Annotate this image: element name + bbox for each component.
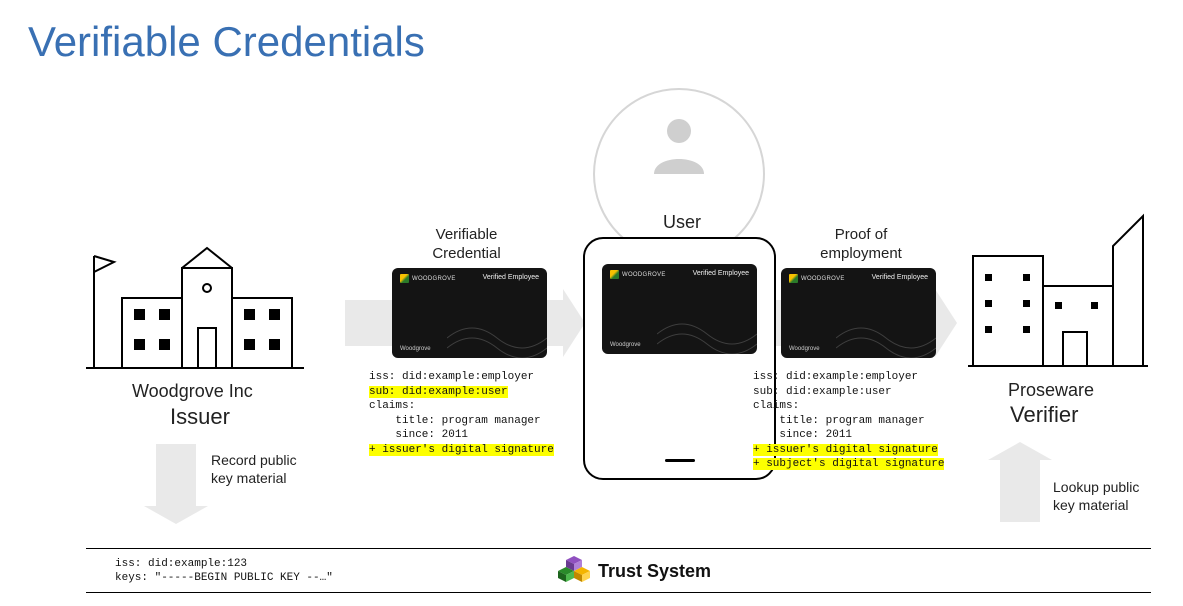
verifier-role: Verifier — [1010, 402, 1078, 428]
vc-card: WOODGROVE Verified Employee Woodgrove — [392, 268, 547, 358]
card-wave-icon — [657, 294, 757, 354]
card-brand: WOODGROVE — [801, 276, 845, 282]
proof-label: Proof of employment — [806, 225, 916, 263]
trust-record: iss: did:example:123 keys: "-----BEGIN P… — [115, 557, 333, 586]
arrow-verifier-up — [1000, 460, 1040, 522]
verifier-name: Proseware — [1008, 380, 1094, 401]
trust-system: Trust System — [558, 556, 711, 586]
verifier-building-icon — [963, 196, 1153, 376]
card-brand: WOODGROVE — [622, 272, 666, 278]
issuer-role: Issuer — [170, 404, 230, 430]
code-line-highlight: + issuer's digital signature — [369, 444, 554, 456]
code-line-highlight: + issuer's digital signature — [753, 444, 938, 456]
card-title: Verified Employee — [872, 274, 928, 281]
issuer-name: Woodgrove Inc — [132, 381, 253, 402]
cubes-icon — [558, 556, 590, 586]
lookup-label: Lookup public key material — [1053, 478, 1139, 514]
code-line: since: 2011 — [753, 429, 852, 441]
card-logo-icon — [400, 274, 409, 283]
card-title: Verified Employee — [693, 270, 749, 277]
code-line: title: program manager — [369, 415, 541, 427]
code-line: since: 2011 — [369, 429, 468, 441]
vc-label: Verifiable Credential — [419, 225, 514, 263]
card-footer: Woodgrove — [400, 346, 431, 352]
card-wave-icon — [836, 298, 936, 358]
issuer-building-icon — [72, 208, 307, 378]
card-title: Verified Employee — [483, 274, 539, 281]
trust-label: Trust System — [598, 561, 711, 582]
phone-card: WOODGROVE Verified Employee Woodgrove — [602, 264, 757, 354]
user-icon — [652, 116, 706, 176]
code-line: claims: — [753, 400, 799, 412]
proof-payload: iss: did:example:employer sub: did:examp… — [753, 370, 944, 472]
proof-card: WOODGROVE Verified Employee Woodgrove — [781, 268, 936, 358]
code-line: iss: did:example:employer — [369, 371, 534, 383]
vc-payload: iss: did:example:employer sub: did:examp… — [369, 370, 554, 457]
phone-home-indicator — [665, 459, 695, 462]
card-footer: Woodgrove — [610, 342, 641, 348]
user-label: User — [662, 212, 702, 233]
trust-divider-bottom — [86, 592, 1151, 593]
card-logo-icon — [610, 270, 619, 279]
code-line: claims: — [369, 400, 415, 412]
arrow-issuer-down — [156, 444, 196, 506]
card-logo-icon — [789, 274, 798, 283]
code-line-highlight: sub: did:example:user — [369, 386, 508, 398]
card-footer: Woodgrove — [789, 346, 820, 352]
page-title: Verifiable Credentials — [28, 18, 425, 66]
card-brand: WOODGROVE — [412, 276, 456, 282]
record-label: Record public key material — [211, 451, 297, 487]
card-wave-icon — [447, 298, 547, 358]
code-line: sub: did:example:user — [753, 386, 892, 398]
code-line: title: program manager — [753, 415, 925, 427]
code-line-highlight: + subject's digital signature — [753, 458, 944, 470]
trust-divider-top — [86, 548, 1151, 549]
code-line: iss: did:example:employer — [753, 371, 918, 383]
